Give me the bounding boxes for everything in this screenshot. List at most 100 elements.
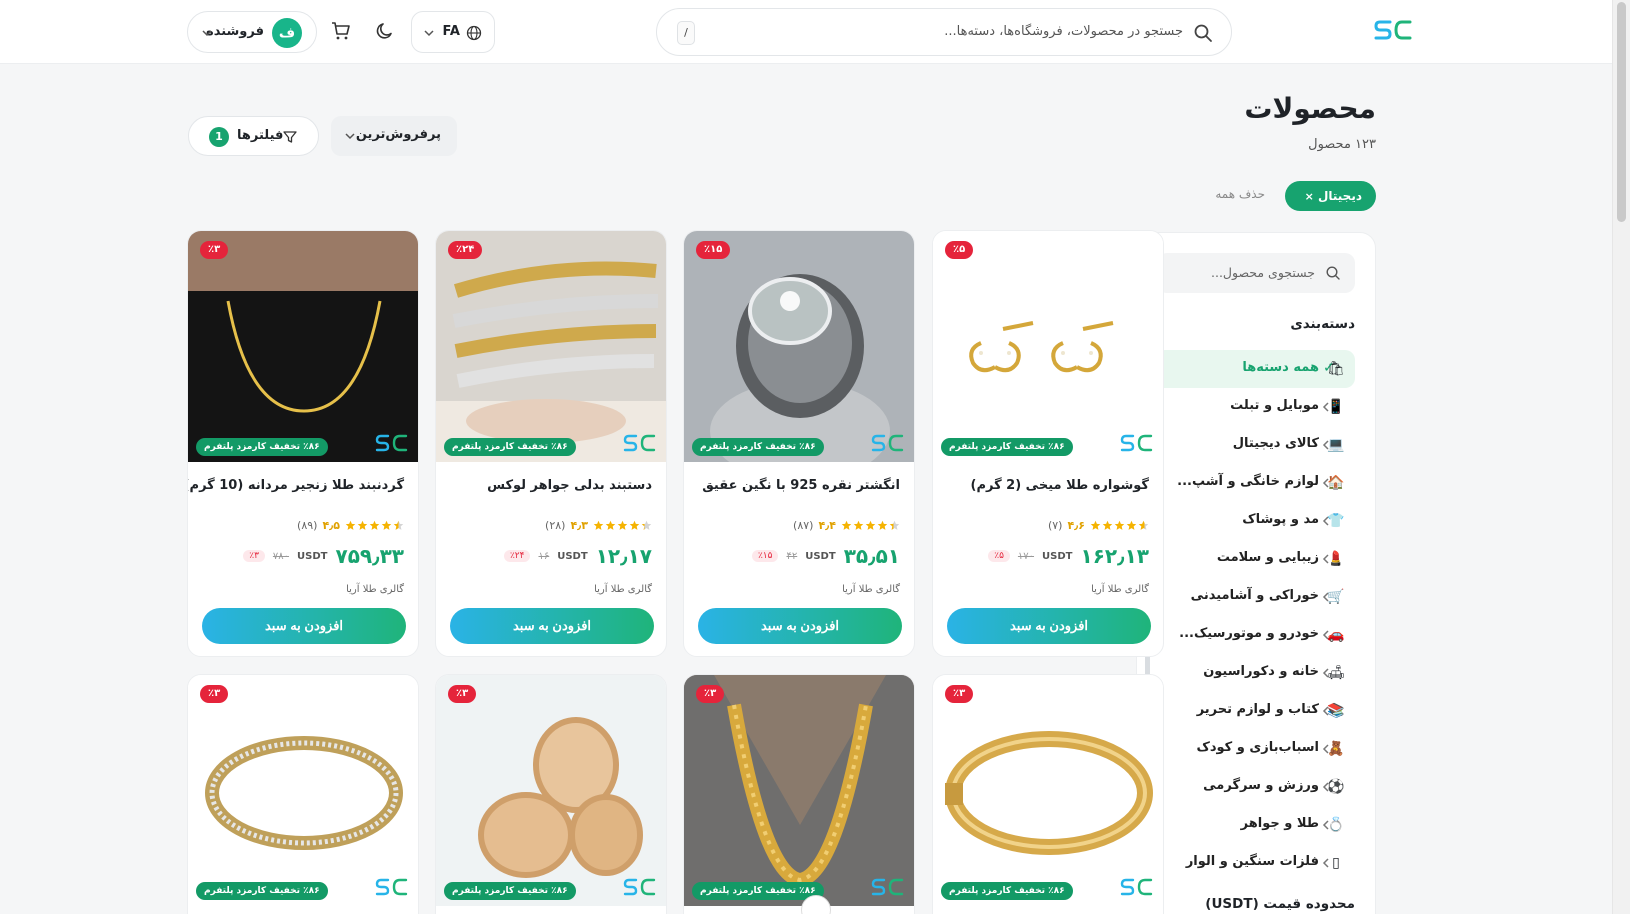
chevron-left-icon[interactable] (1319, 704, 1333, 718)
shop-name[interactable]: گالری طلا آریا (842, 584, 900, 595)
chevron-left-icon[interactable] (1319, 628, 1333, 642)
star-icon (357, 520, 368, 530)
sort-dropdown[interactable]: پرفروش‌ترین (331, 116, 457, 156)
product-image[interactable] (436, 231, 667, 462)
product-rating: ۴٫۵ (۸۹) (297, 517, 404, 533)
chevron-left-icon[interactable] (1319, 400, 1333, 414)
cart-icon[interactable] (330, 20, 352, 42)
chevron-left-icon[interactable] (1319, 514, 1333, 528)
product-card[interactable]: ٪۳ ٪۸۶ تخفیف کارمزد پلتفرم (435, 674, 667, 914)
category-label: خانه و دکوراسیون (1203, 664, 1319, 679)
chevron-left-icon[interactable] (1319, 552, 1333, 566)
global-search-bar[interactable]: جستجو در محصولات، فروشگاه‌ها، دسته‌ها...… (656, 8, 1232, 56)
discount-badge: ٪۳ (945, 685, 974, 703)
check-icon: ✓ (1323, 360, 1335, 376)
category-item[interactable]: 🧸 اسباب‌بازی و کودک (1155, 730, 1355, 768)
category-item[interactable]: 👕 مد و پوشاک (1155, 502, 1355, 540)
chevron-down-icon (345, 133, 355, 140)
filter-sidebar: جستجوی محصول... دسته‌بندی 🛍 همه دسته‌ها ✓ 📱… (1136, 232, 1376, 914)
shop-watermark-logo-icon (375, 878, 408, 896)
rating-value: ۴٫۳ (570, 518, 588, 532)
product-title[interactable]: گوشواره طلا میخی (2 گرم) (971, 478, 1149, 493)
site-logo-icon[interactable] (1374, 16, 1414, 44)
product-card[interactable]: ٪۳ ٪۸۶ تخفیف کارمزد پلتفرم (683, 674, 915, 914)
add-to-cart-button[interactable]: افزودن به سبد (947, 608, 1151, 644)
product-image[interactable] (684, 675, 915, 906)
star-icon (381, 520, 392, 530)
page-scrollbar[interactable] (1612, 0, 1630, 914)
shop-name[interactable]: گالری طلا آریا (346, 584, 404, 595)
product-title[interactable]: گردنبند طلا زنجیر مردانه (10 گرم) (188, 478, 404, 493)
product-price: ۱۶۲٫۱۳ (1080, 544, 1149, 568)
product-card[interactable]: ٪۵ ٪۸۶ تخفیف کارمزد پلتفرم گوشواره طلا میخ… (932, 230, 1164, 657)
clear-all-filters-link[interactable]: حذف همه (1215, 187, 1265, 201)
seller-menu-button[interactable]: ف فروشنده (187, 11, 317, 53)
rating-value: ۴٫۵ (322, 518, 340, 532)
category-label: کالای دیجیتال (1232, 436, 1319, 451)
add-to-cart-button[interactable]: افزودن به سبد (202, 608, 406, 644)
category-item[interactable]: 📱 موبایل و تبلت (1155, 388, 1355, 426)
product-image[interactable] (933, 231, 1164, 462)
filters-button[interactable]: فیلترها 1 (188, 116, 319, 156)
chevron-left-icon[interactable] (1319, 590, 1333, 604)
platform-fee-promo-badge: ٪۸۶ تخفیف کارمزد پلتفرم (444, 438, 576, 456)
category-item[interactable]: 🛒 خوراکی و آشامیدنی (1155, 578, 1355, 616)
add-to-cart-button[interactable]: افزودن به سبد (450, 608, 654, 644)
add-to-cart-button[interactable]: افزودن به سبد (698, 608, 902, 644)
price-currency: USDT (297, 550, 328, 562)
product-card[interactable]: ٪۳ ٪۸۶ تخفیف کارمزد پلتفرم گردنبند طلا زنج… (187, 230, 419, 657)
chevron-left-icon[interactable] (1319, 780, 1333, 794)
filter-icon (283, 131, 297, 143)
dark-mode-toggle-icon[interactable] (374, 20, 396, 42)
rating-stars (841, 520, 900, 531)
language-selector[interactable]: FA (411, 11, 495, 53)
category-item[interactable]: 🛍 همه دسته‌ها ✓ (1155, 350, 1355, 388)
category-item[interactable]: 🚗 خودرو و موتورسیک... (1155, 616, 1355, 654)
category-item[interactable]: 💍 طلا و جواهر (1155, 806, 1355, 844)
category-item[interactable]: 🛋 خانه و دکوراسیون (1155, 654, 1355, 692)
chevron-left-icon[interactable] (1319, 856, 1333, 870)
chevron-left-icon[interactable] (1319, 666, 1333, 680)
product-image[interactable] (188, 675, 419, 906)
close-icon[interactable]: × (1305, 190, 1314, 203)
category-item[interactable]: 📚 کتاب و لوازم تحریر (1155, 692, 1355, 730)
product-card[interactable]: ٪۳ ٪۸۶ تخفیف کارمزد پلتفرم (187, 674, 419, 914)
chevron-left-icon[interactable] (1319, 818, 1333, 832)
product-card[interactable]: ٪۳ ٪۸۶ تخفیف کارمزد پلتفرم (932, 674, 1164, 914)
star-icon (617, 520, 628, 530)
chevron-left-icon[interactable] (1319, 742, 1333, 756)
old-price: ۴۲ (786, 550, 798, 562)
active-filter-chip[interactable]: دیجیتال × (1284, 181, 1376, 211)
price-currency: USDT (805, 550, 836, 562)
discount-badge: ٪۳ (200, 241, 229, 259)
category-item[interactable]: 💻 کالای دیجیتال (1155, 426, 1355, 464)
star-icon (593, 520, 604, 530)
category-item[interactable]: 🏠 لوازم خانگی و آشپ... (1155, 464, 1355, 502)
product-image[interactable] (933, 675, 1164, 906)
page-title: محصولات (1244, 92, 1376, 125)
product-image[interactable] (684, 231, 915, 462)
category-label: مد و پوشاک (1242, 512, 1319, 527)
product-search-input[interactable]: جستجوی محصول... (1157, 253, 1355, 293)
star-icon (393, 520, 404, 530)
product-price: ۱۲٫۱۷ (595, 544, 652, 568)
price-currency: USDT (1042, 550, 1073, 562)
shop-name[interactable]: گالری طلا آریا (1091, 584, 1149, 595)
product-image[interactable] (188, 231, 419, 462)
product-card[interactable]: ٪۲۴ ٪۸۶ تخفیف کارمزد پلتفرم دستبند بدلی جو… (435, 230, 667, 657)
category-item[interactable]: ⚽ ورزش و سرگرمی (1155, 768, 1355, 806)
product-title[interactable]: انگشتر نقره 925 با نگین عقیق (702, 478, 900, 493)
product-title[interactable]: دستبند بدلی جواهر لوکس (487, 478, 652, 493)
chevron-left-icon[interactable] (1319, 476, 1333, 490)
category-label: ورزش و سرگرمی (1203, 778, 1319, 793)
scrollbar-thumb[interactable] (1617, 2, 1626, 222)
chevron-left-icon[interactable] (1319, 438, 1333, 452)
shop-name[interactable]: گالری طلا آریا (594, 584, 652, 595)
category-label: طلا و جواهر (1240, 816, 1319, 831)
product-card[interactable]: ٪۱۵ ٪۸۶ تخفیف کارمزد پلتفرم انگشتر نقره 92… (683, 230, 915, 657)
product-image[interactable] (436, 675, 667, 906)
category-item[interactable]: ▯ فلزات سنگین و الوار (1155, 844, 1355, 882)
category-label: زیبایی و سلامت (1216, 550, 1319, 565)
category-item[interactable]: 💄 زیبایی و سلامت (1155, 540, 1355, 578)
category-label: خوراکی و آشامیدنی (1190, 588, 1319, 603)
